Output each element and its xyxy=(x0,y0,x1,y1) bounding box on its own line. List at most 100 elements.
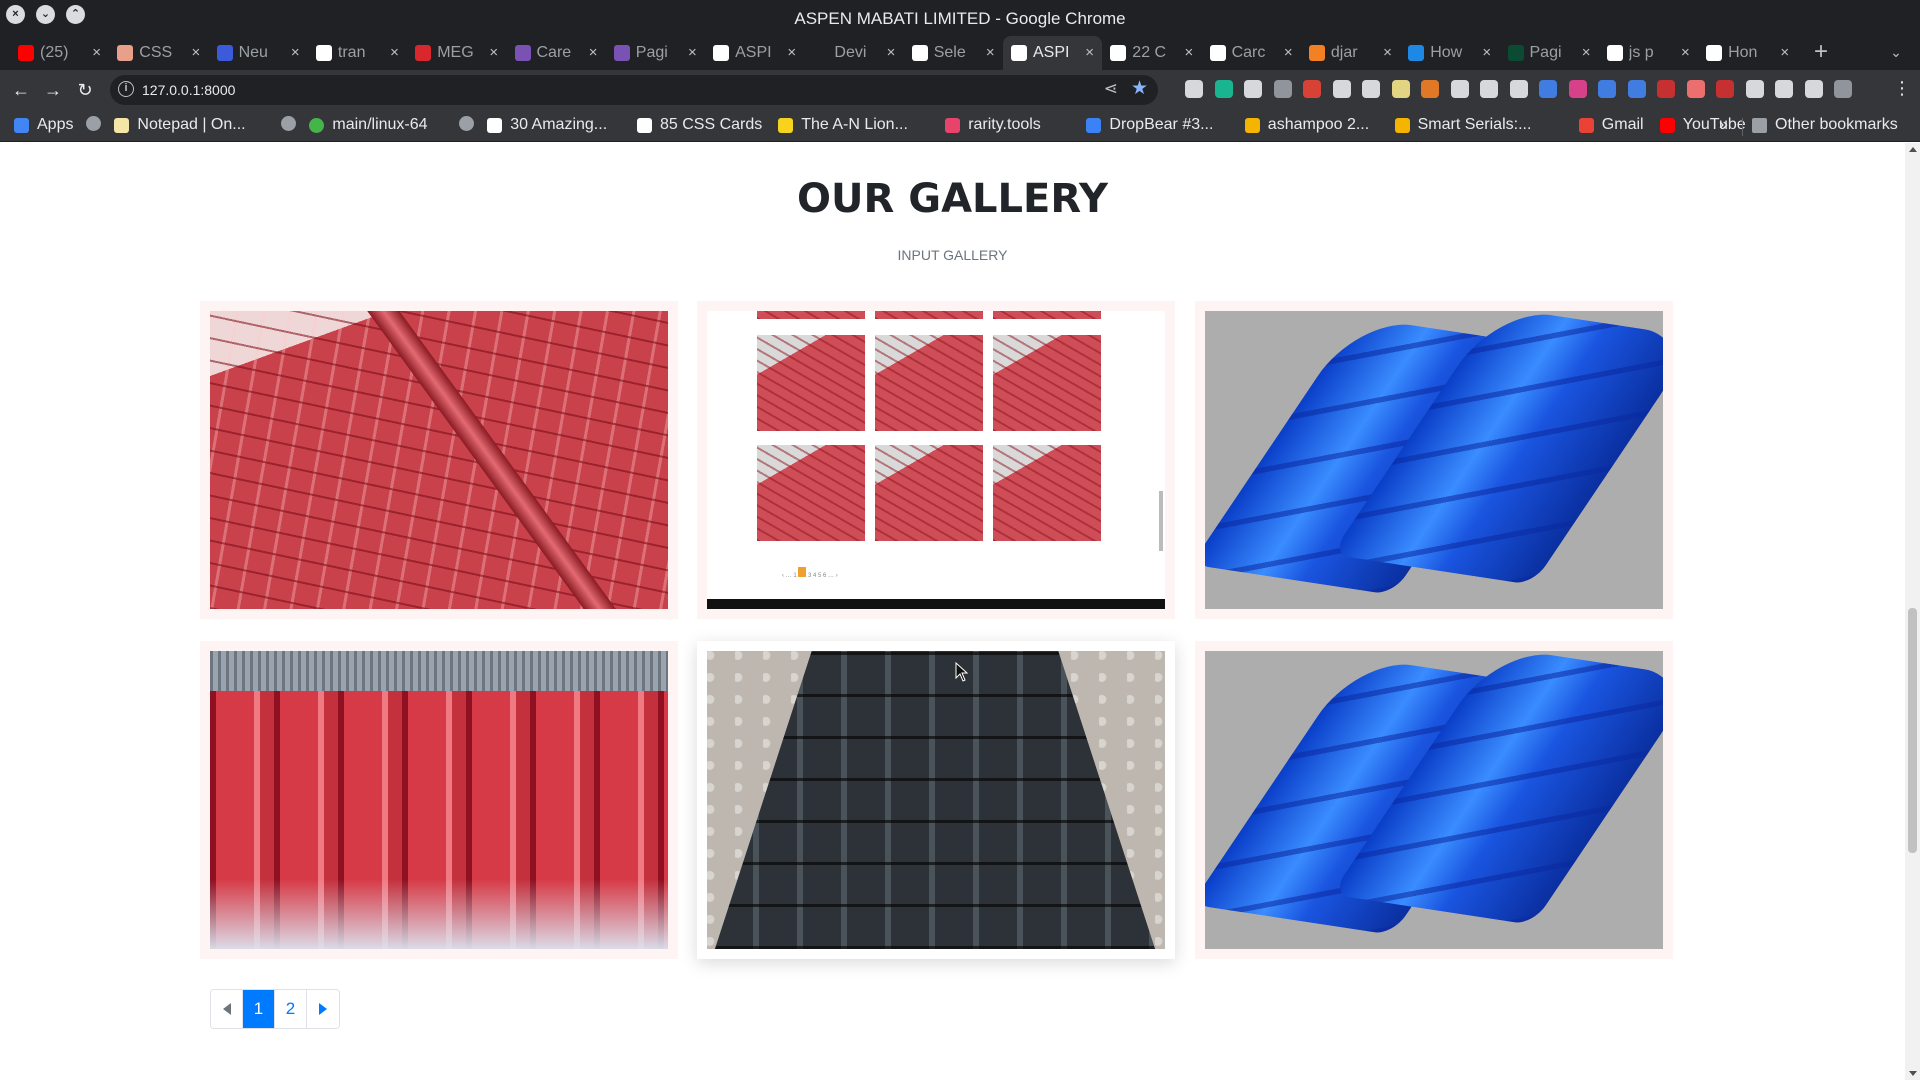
bookmark-item[interactable]: Apps xyxy=(14,116,73,134)
extension-icon[interactable] xyxy=(1421,80,1439,98)
gallery-card[interactable] xyxy=(200,301,678,619)
tab-close-icon[interactable]: × xyxy=(489,44,498,61)
extension-icon[interactable] xyxy=(1745,80,1764,98)
tab-7[interactable]: ASPI × xyxy=(705,36,804,70)
extension-icon[interactable] xyxy=(1303,80,1321,98)
gallery-card[interactable] xyxy=(1195,301,1673,619)
extension-icon[interactable] xyxy=(1273,80,1292,98)
tab-5[interactable]: Care × xyxy=(507,36,606,70)
new-tab-button[interactable]: + xyxy=(1808,40,1834,66)
tab-close-icon[interactable]: × xyxy=(887,44,896,61)
extension-icon[interactable] xyxy=(1332,80,1351,98)
extension-icon[interactable] xyxy=(1686,80,1705,98)
extension-icon[interactable] xyxy=(1716,80,1734,98)
bookmark-item[interactable] xyxy=(86,116,109,131)
extension-icon[interactable] xyxy=(1804,80,1823,98)
tab-1[interactable]: CSS × xyxy=(109,36,208,70)
page-scrollbar[interactable] xyxy=(1905,143,1920,1080)
forward-icon[interactable]: → xyxy=(41,78,65,102)
bookmarks-overflow-icon[interactable]: » xyxy=(1719,116,1728,134)
blue-roof-sheet-image[interactable] xyxy=(1205,311,1663,609)
scrollbar-thumb[interactable] xyxy=(1908,608,1917,853)
tab-0[interactable]: (25) × xyxy=(10,36,109,70)
extension-icon[interactable] xyxy=(1214,80,1233,98)
tab-3[interactable]: tran × xyxy=(308,36,407,70)
tab-close-icon[interactable]: × xyxy=(1383,44,1392,61)
tab-close-icon[interactable]: × xyxy=(1185,44,1194,61)
bookmark-item[interactable]: Notepad | On... xyxy=(114,116,246,134)
tab-4[interactable]: MEG × xyxy=(407,36,506,70)
extension-icon[interactable] xyxy=(1834,80,1852,98)
extension-icon[interactable] xyxy=(1775,80,1793,98)
tab-9[interactable]: Sele × xyxy=(904,36,1003,70)
tab-13[interactable]: djar × xyxy=(1301,36,1400,70)
tab-close-icon[interactable]: × xyxy=(1482,44,1491,61)
extension-icon[interactable] xyxy=(1598,80,1616,98)
page-2-button[interactable]: 2 xyxy=(275,990,307,1028)
tab-close-icon[interactable]: × xyxy=(92,44,101,61)
bookmark-item[interactable]: 85 CSS Cards xyxy=(637,116,762,134)
tab-close-icon[interactable]: × xyxy=(589,44,598,61)
bookmark-item[interactable]: 30 Amazing... xyxy=(487,116,607,134)
extension-icon[interactable] xyxy=(1450,80,1469,98)
extension-icon[interactable] xyxy=(1185,80,1203,98)
scroll-down-icon[interactable] xyxy=(1909,1071,1917,1076)
tab-close-icon[interactable]: × xyxy=(1780,44,1789,61)
extension-icon[interactable] xyxy=(1509,80,1528,98)
address-bar[interactable]: i 127.0.0.1:8000 ⋖ ★ xyxy=(110,75,1158,105)
bookmark-item[interactable]: rarity.tools xyxy=(945,116,1041,134)
tab-close-icon[interactable]: × xyxy=(1681,44,1690,61)
tab-search-icon[interactable]: ⌄ xyxy=(1885,44,1907,66)
other-bookmarks-folder[interactable]: Other bookmarks xyxy=(1752,116,1898,134)
gallery-card[interactable]: ‹ … 1 3 4 5 6 … › xyxy=(697,301,1175,619)
tab-close-icon[interactable]: × xyxy=(390,44,399,61)
tab-11[interactable]: 22 C × xyxy=(1102,36,1201,70)
screenshot-gallery-image[interactable]: ‹ … 1 3 4 5 6 … › xyxy=(707,311,1165,609)
tab-15[interactable]: Pagi × xyxy=(1500,36,1599,70)
bookmark-star-icon[interactable]: ★ xyxy=(1131,77,1148,100)
extension-icon[interactable] xyxy=(1391,80,1410,98)
tab-close-icon[interactable]: × xyxy=(986,44,995,61)
page-1-button[interactable]: 1 xyxy=(243,990,275,1028)
back-icon[interactable]: ← xyxy=(9,78,33,102)
scroll-up-icon[interactable] xyxy=(1909,147,1917,152)
tab-close-icon[interactable]: × xyxy=(192,44,201,61)
bookmark-item[interactable]: Smart Serials:... xyxy=(1394,116,1531,134)
tab-10[interactable]: ASPI × xyxy=(1003,36,1102,70)
tab-8[interactable]: Devi × xyxy=(804,36,903,70)
extension-icon[interactable] xyxy=(1627,80,1646,98)
tab-close-icon[interactable]: × xyxy=(787,44,796,61)
tab-14[interactable]: How × xyxy=(1400,36,1499,70)
bookmark-item[interactable]: YouTube xyxy=(1659,116,1746,134)
reload-icon[interactable]: ↻ xyxy=(73,78,97,102)
tab-6[interactable]: Pagi × xyxy=(606,36,705,70)
next-page-button[interactable] xyxy=(307,990,339,1028)
tab-12[interactable]: Carc × xyxy=(1202,36,1301,70)
bookmark-item[interactable]: DropBear #3... xyxy=(1086,116,1213,134)
site-info-icon[interactable]: i xyxy=(118,81,134,97)
bookmark-item[interactable] xyxy=(281,116,304,131)
previous-page-button[interactable] xyxy=(211,990,243,1028)
red-tile-roof-image[interactable] xyxy=(210,311,668,609)
black-roof-sheet-image[interactable] xyxy=(707,651,1165,949)
tab-16[interactable]: js p × xyxy=(1599,36,1698,70)
tab-2[interactable]: Neu × xyxy=(209,36,308,70)
extension-icon[interactable] xyxy=(1539,80,1557,98)
bookmark-item[interactable] xyxy=(459,116,482,131)
bookmark-item[interactable]: Gmail xyxy=(1578,116,1644,134)
red-corrugated-sheet-image[interactable] xyxy=(210,651,668,949)
bookmark-item[interactable]: main/linux-64 xyxy=(309,116,428,134)
gallery-card[interactable] xyxy=(697,641,1175,959)
tab-17[interactable]: Hon × xyxy=(1698,36,1797,70)
extension-icon[interactable] xyxy=(1657,80,1675,98)
bookmark-item[interactable]: The A-N Lion... xyxy=(778,116,908,134)
share-icon[interactable]: ⋖ xyxy=(1104,79,1118,99)
tab-close-icon[interactable]: × xyxy=(291,44,300,61)
tab-close-icon[interactable]: × xyxy=(1284,44,1293,61)
tab-close-icon[interactable]: × xyxy=(1582,44,1591,61)
gallery-card[interactable] xyxy=(1195,641,1673,959)
bookmark-item[interactable]: ashampoo 2... xyxy=(1244,116,1369,134)
extension-icon[interactable] xyxy=(1244,80,1262,98)
extension-icon[interactable] xyxy=(1568,80,1587,98)
gallery-card[interactable] xyxy=(200,641,678,959)
